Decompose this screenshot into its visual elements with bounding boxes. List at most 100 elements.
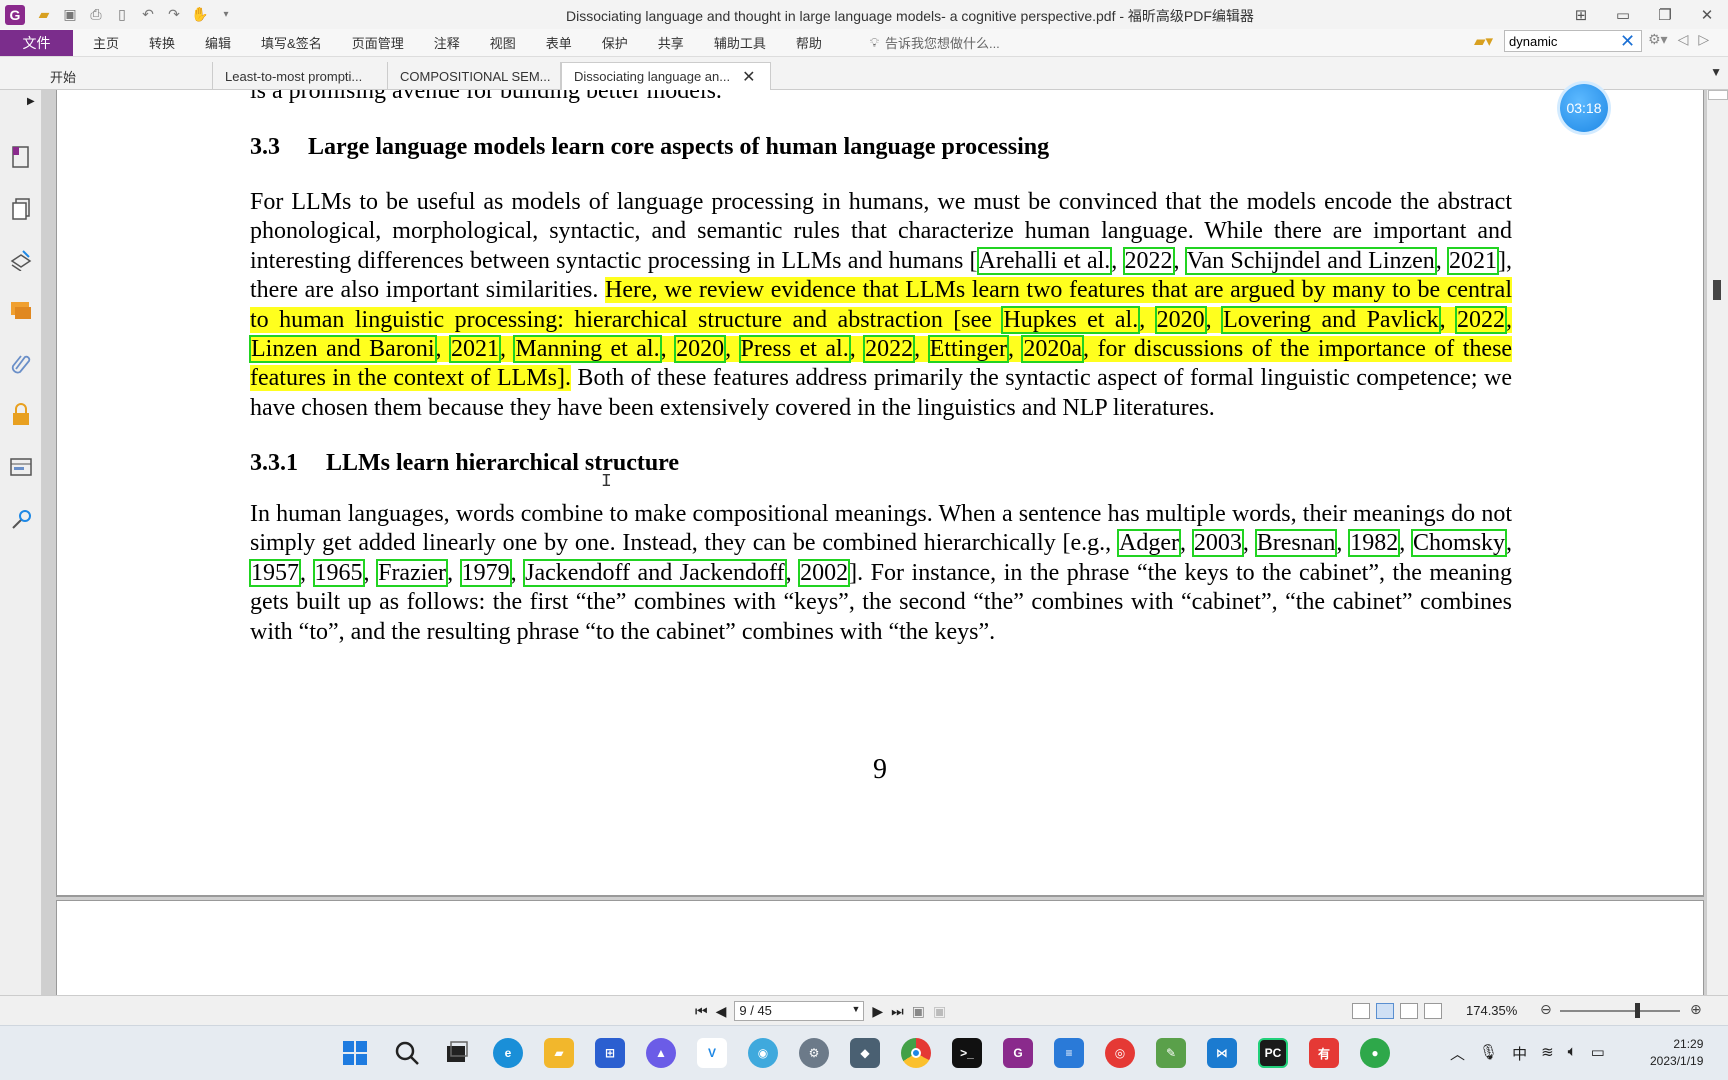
scrollbar-thumb[interactable] xyxy=(1713,280,1721,300)
citation-link[interactable]: Arehalli et al. xyxy=(976,246,1113,275)
citation-link[interactable]: 1965 xyxy=(312,558,365,587)
menu-home[interactable]: 主页 xyxy=(93,33,119,52)
menu-edit[interactable]: 编辑 xyxy=(205,33,231,52)
floating-timer[interactable]: 03:18 xyxy=(1560,84,1608,132)
attachments-panel-icon[interactable] xyxy=(8,350,34,376)
hand-tool-icon[interactable]: ✋ xyxy=(191,6,209,24)
citation-link[interactable]: 1982 xyxy=(1348,529,1401,558)
zoom-slider-knob[interactable] xyxy=(1635,1003,1640,1018)
tab-start[interactable]: 开始 xyxy=(38,62,213,90)
prev-page-icon[interactable]: ◀ xyxy=(716,1003,727,1020)
zoom-slider[interactable] xyxy=(1560,1003,1680,1018)
vscode-icon[interactable]: ⋈ xyxy=(1207,1038,1237,1068)
menu-convert[interactable]: 转换 xyxy=(149,33,175,52)
terminal-icon[interactable]: >_ xyxy=(952,1038,982,1068)
search-icon[interactable] xyxy=(392,1038,422,1068)
system-clock[interactable]: 21:29 2023/1/19 xyxy=(1650,1036,1703,1070)
foxit-pdf-icon[interactable]: G xyxy=(1003,1038,1033,1068)
ime-indicator[interactable]: 中 xyxy=(1512,1043,1527,1064)
youdao-icon[interactable]: 有 xyxy=(1309,1038,1339,1068)
menu-fill-sign[interactable]: 填写&签名 xyxy=(261,33,322,52)
settings-icon[interactable]: ⚙ xyxy=(799,1038,829,1068)
customize-dropdown-icon[interactable]: ▾ xyxy=(217,6,235,24)
menu-file[interactable]: 文件 xyxy=(0,29,73,56)
volume-icon[interactable]: 🔈︎ xyxy=(1568,1043,1577,1064)
citation-link[interactable]: 2021 xyxy=(448,335,501,364)
page-dropdown-icon[interactable]: ▼ xyxy=(851,1004,860,1014)
page-number-input[interactable]: 9 / 45 ▼ xyxy=(734,1001,865,1021)
form-fields-panel-icon[interactable] xyxy=(8,454,34,480)
next-view-icon[interactable]: ▣ xyxy=(933,1003,946,1020)
battery-icon[interactable]: ▭ xyxy=(1591,1043,1605,1064)
store-icon[interactable]: ⊞ xyxy=(595,1038,625,1068)
citation-link[interactable]: Lovering and Pavlick xyxy=(1221,305,1441,334)
citation-link[interactable]: Manning et al. xyxy=(513,335,662,364)
prev-result-icon[interactable]: ◁ xyxy=(1678,31,1689,48)
citation-link[interactable]: 2022 xyxy=(1122,246,1175,275)
citation-link[interactable]: 2020a xyxy=(1021,335,1085,364)
citation-link[interactable]: 1957 xyxy=(249,558,301,587)
app-icon[interactable]: ✎ xyxy=(1156,1038,1186,1068)
last-page-icon[interactable]: ⏭ xyxy=(891,1003,904,1020)
menu-page-management[interactable]: 页面管理 xyxy=(352,33,404,52)
next-page-icon[interactable]: ▶ xyxy=(872,1003,883,1020)
comments-panel-icon[interactable] xyxy=(8,298,34,324)
menu-help[interactable]: 帮助 xyxy=(796,33,822,52)
citation-link[interactable]: Hupkes et al. xyxy=(1001,305,1141,334)
open-folder-icon[interactable]: ▰ xyxy=(35,6,53,24)
redo-icon[interactable]: ↷ xyxy=(165,6,183,24)
menu-protect[interactable]: 保护 xyxy=(602,33,628,52)
app-icon[interactable]: V xyxy=(697,1038,727,1068)
pages-panel-icon[interactable] xyxy=(8,196,34,222)
zoom-in-icon[interactable]: ⊕ xyxy=(1690,1001,1702,1018)
citation-link[interactable]: 2022 xyxy=(1455,305,1507,334)
menu-form[interactable]: 表单 xyxy=(546,33,572,52)
citation-link[interactable]: 2020 xyxy=(1154,305,1207,334)
tell-me-box[interactable]: 💡︎ 告诉我您想做什么... xyxy=(870,33,1000,52)
wifi-icon[interactable]: ≋ xyxy=(1541,1043,1554,1064)
new-doc-icon[interactable]: ▯ xyxy=(113,6,131,24)
save-icon[interactable]: ▣ xyxy=(61,6,79,24)
citation-link[interactable]: 2020 xyxy=(674,335,727,364)
continuous-facing-view-icon[interactable] xyxy=(1424,1003,1442,1019)
next-result-icon[interactable]: ▷ xyxy=(1698,31,1709,48)
pycharm-icon[interactable]: PC xyxy=(1258,1038,1288,1068)
task-view-icon[interactable] xyxy=(442,1038,472,1068)
facing-view-icon[interactable] xyxy=(1400,1003,1418,1019)
app-logo-icon[interactable]: G xyxy=(5,4,25,25)
citation-link[interactable]: Press et al. xyxy=(738,335,851,364)
citation-link[interactable]: 1979 xyxy=(459,558,512,587)
start-icon[interactable] xyxy=(340,1038,370,1068)
citation-link[interactable]: Adger xyxy=(1117,529,1181,558)
single-page-view-icon[interactable] xyxy=(1352,1003,1370,1019)
layers-panel-icon[interactable] xyxy=(8,246,34,272)
settings-gear-icon[interactable]: ⚙▾ xyxy=(1648,31,1668,48)
citation-link[interactable]: Frazier xyxy=(376,558,449,587)
app-icon[interactable]: ◆ xyxy=(850,1038,880,1068)
menu-view[interactable]: 视图 xyxy=(490,33,516,52)
citation-link[interactable]: Bresnan xyxy=(1254,529,1338,558)
layout-icon[interactable]: ⊞ xyxy=(1560,0,1602,29)
tray-overflow-icon[interactable]: ︿ xyxy=(1450,1043,1465,1064)
minimize-button[interactable]: ▭ xyxy=(1602,0,1644,29)
search-scope-folder-icon[interactable]: ▰▾ xyxy=(1474,32,1493,50)
notepad-icon[interactable]: ≡ xyxy=(1054,1038,1084,1068)
clear-search-icon[interactable]: ✕ xyxy=(1620,30,1635,52)
citation-link[interactable]: 2002 xyxy=(798,558,851,587)
tab-least-to-most[interactable]: Least-to-most prompti... xyxy=(213,62,388,90)
security-panel-icon[interactable] xyxy=(8,402,34,428)
menu-share[interactable]: 共享 xyxy=(658,33,684,52)
app-icon[interactable]: ◉ xyxy=(748,1038,778,1068)
chrome-icon[interactable] xyxy=(901,1038,931,1068)
menu-accessibility[interactable]: 辅助工具 xyxy=(714,33,766,52)
restore-button[interactable]: ❐ xyxy=(1644,0,1686,29)
citation-link[interactable]: 2022 xyxy=(863,335,916,364)
continuous-view-icon[interactable] xyxy=(1376,1003,1394,1019)
zoom-level[interactable]: 174.35% xyxy=(1466,1003,1517,1018)
citation-link[interactable]: 2021 xyxy=(1447,246,1500,275)
bookmark-panel-icon[interactable] xyxy=(8,144,34,170)
search-tools-panel-icon[interactable] xyxy=(8,506,34,532)
tab-list-dropdown-icon[interactable]: ▼ xyxy=(1710,65,1722,79)
citation-link[interactable]: Jackendoff and Jackendoff xyxy=(523,558,787,587)
netease-music-icon[interactable]: ◎ xyxy=(1105,1038,1135,1068)
